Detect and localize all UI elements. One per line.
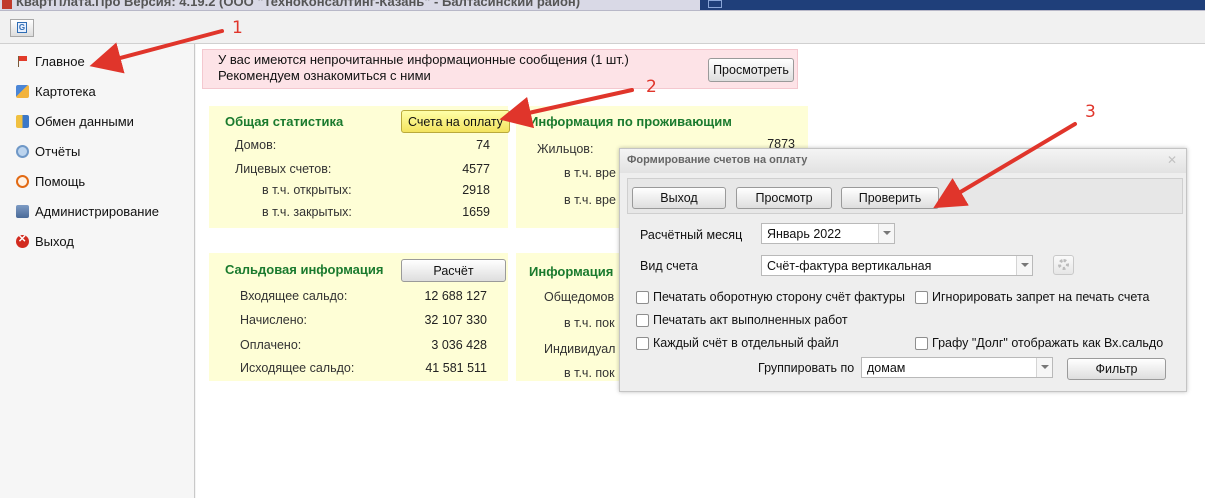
annotation-arrows xyxy=(89,29,1077,209)
annotation-number: 1 xyxy=(232,18,243,38)
arrow-to-check xyxy=(933,122,1077,209)
annotation-number: 2 xyxy=(646,77,657,97)
arrow-to-invoices xyxy=(499,88,634,129)
annotation-number: 3 xyxy=(1085,102,1096,122)
arrow-to-main xyxy=(89,29,224,74)
